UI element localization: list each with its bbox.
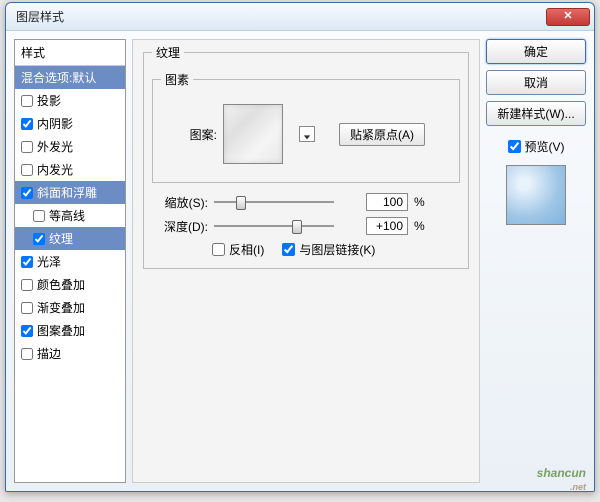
sidebar-label-9: 渐变叠加 — [37, 299, 85, 316]
link-checkbox-row[interactable]: 与图层链接(K) — [282, 241, 375, 258]
dialog-body: 样式 混合选项:默认 投影内阴影外发光内发光斜面和浮雕等高线纹理光泽颜色叠加渐变… — [6, 31, 594, 491]
scale-thumb[interactable] — [236, 196, 246, 210]
depth-label: 深度(D): — [152, 218, 208, 235]
sidebar-checkbox-7[interactable] — [21, 256, 33, 268]
sidebar-item-10[interactable]: 图案叠加 — [15, 319, 125, 342]
sidebar-item-1[interactable]: 内阴影 — [15, 112, 125, 135]
depth-unit: % — [414, 219, 432, 233]
sidebar-item-7[interactable]: 光泽 — [15, 250, 125, 273]
sidebar-label-1: 内阴影 — [37, 115, 73, 132]
sidebar-checkbox-6[interactable] — [33, 233, 45, 245]
depth-input[interactable] — [366, 217, 408, 235]
sidebar-label-3: 内发光 — [37, 161, 73, 178]
sidebar-header: 样式 — [15, 40, 125, 66]
sidebar-label-2: 外发光 — [37, 138, 73, 155]
sidebar-checkbox-3[interactable] — [21, 164, 33, 176]
blending-options-item[interactable]: 混合选项:默认 — [15, 66, 125, 89]
sidebar-label-7: 光泽 — [37, 253, 61, 270]
invert-checkbox-row[interactable]: 反相(I) — [212, 241, 264, 258]
sidebar-checkbox-8[interactable] — [21, 279, 33, 291]
sidebar-label-0: 投影 — [37, 92, 61, 109]
sidebar-checkbox-11[interactable] — [21, 348, 33, 360]
scale-slider[interactable] — [214, 193, 334, 211]
invert-label: 反相(I) — [229, 241, 264, 258]
link-label: 与图层链接(K) — [299, 241, 375, 258]
sidebar-checkbox-0[interactable] — [21, 95, 33, 107]
depth-thumb[interactable] — [292, 220, 302, 234]
scale-input[interactable] — [366, 193, 408, 211]
depth-slider[interactable] — [214, 217, 334, 235]
texture-group-title: 纹理 — [152, 44, 184, 61]
pattern-swatch[interactable] — [223, 104, 283, 164]
element-group-title: 图素 — [161, 71, 193, 88]
ok-button[interactable]: 确定 — [486, 39, 586, 64]
titlebar[interactable]: 图层样式 ✕ — [6, 3, 594, 31]
sidebar-item-3[interactable]: 内发光 — [15, 158, 125, 181]
sidebar-checkbox-10[interactable] — [21, 325, 33, 337]
new-style-button[interactable]: 新建样式(W)... — [486, 101, 586, 126]
close-button[interactable]: ✕ — [546, 8, 590, 26]
texture-group: 纹理 图素 图案: 贴紧原点(A) 缩放(S): — [143, 44, 469, 269]
sidebar-checkbox-4[interactable] — [21, 187, 33, 199]
sidebar-item-11[interactable]: 描边 — [15, 342, 125, 365]
styles-sidebar: 样式 混合选项:默认 投影内阴影外发光内发光斜面和浮雕等高线纹理光泽颜色叠加渐变… — [14, 39, 126, 483]
sidebar-label-11: 描边 — [37, 345, 61, 362]
window-title: 图层样式 — [16, 8, 546, 25]
preview-swatch — [506, 165, 566, 225]
layer-style-dialog: 图层样式 ✕ 样式 混合选项:默认 投影内阴影外发光内发光斜面和浮雕等高线纹理光… — [5, 2, 595, 492]
preview-label: 预览(V) — [525, 138, 565, 155]
link-checkbox[interactable] — [282, 243, 295, 256]
sidebar-item-4[interactable]: 斜面和浮雕 — [15, 181, 125, 204]
sidebar-label-6: 纹理 — [49, 230, 73, 247]
sidebar-label-5: 等高线 — [49, 207, 85, 224]
element-group: 图素 图案: 贴紧原点(A) — [152, 71, 460, 183]
sidebar-checkbox-2[interactable] — [21, 141, 33, 153]
sidebar-item-8[interactable]: 颜色叠加 — [15, 273, 125, 296]
pattern-picker-button[interactable] — [299, 126, 315, 142]
sidebar-label-10: 图案叠加 — [37, 322, 85, 339]
snap-origin-button[interactable]: 贴紧原点(A) — [339, 123, 425, 146]
invert-checkbox[interactable] — [212, 243, 225, 256]
preview-checkbox[interactable] — [508, 140, 521, 153]
sidebar-item-6[interactable]: 纹理 — [15, 227, 125, 250]
scale-label: 缩放(S): — [152, 194, 208, 211]
sidebar-checkbox-5[interactable] — [33, 210, 45, 222]
sidebar-item-9[interactable]: 渐变叠加 — [15, 296, 125, 319]
preview-row[interactable]: 预览(V) — [486, 138, 586, 155]
cancel-button[interactable]: 取消 — [486, 70, 586, 95]
sidebar-item-0[interactable]: 投影 — [15, 89, 125, 112]
sidebar-item-5[interactable]: 等高线 — [15, 204, 125, 227]
settings-panel: 纹理 图素 图案: 贴紧原点(A) 缩放(S): — [132, 39, 480, 483]
sidebar-label-4: 斜面和浮雕 — [37, 184, 97, 201]
sidebar-label-8: 颜色叠加 — [37, 276, 85, 293]
chevron-down-icon — [303, 133, 311, 141]
pattern-label: 图案: — [161, 126, 217, 143]
sidebar-item-2[interactable]: 外发光 — [15, 135, 125, 158]
sidebar-checkbox-9[interactable] — [21, 302, 33, 314]
scale-unit: % — [414, 195, 432, 209]
dialog-buttons: 确定 取消 新建样式(W)... 预览(V) — [486, 39, 586, 483]
sidebar-checkbox-1[interactable] — [21, 118, 33, 130]
